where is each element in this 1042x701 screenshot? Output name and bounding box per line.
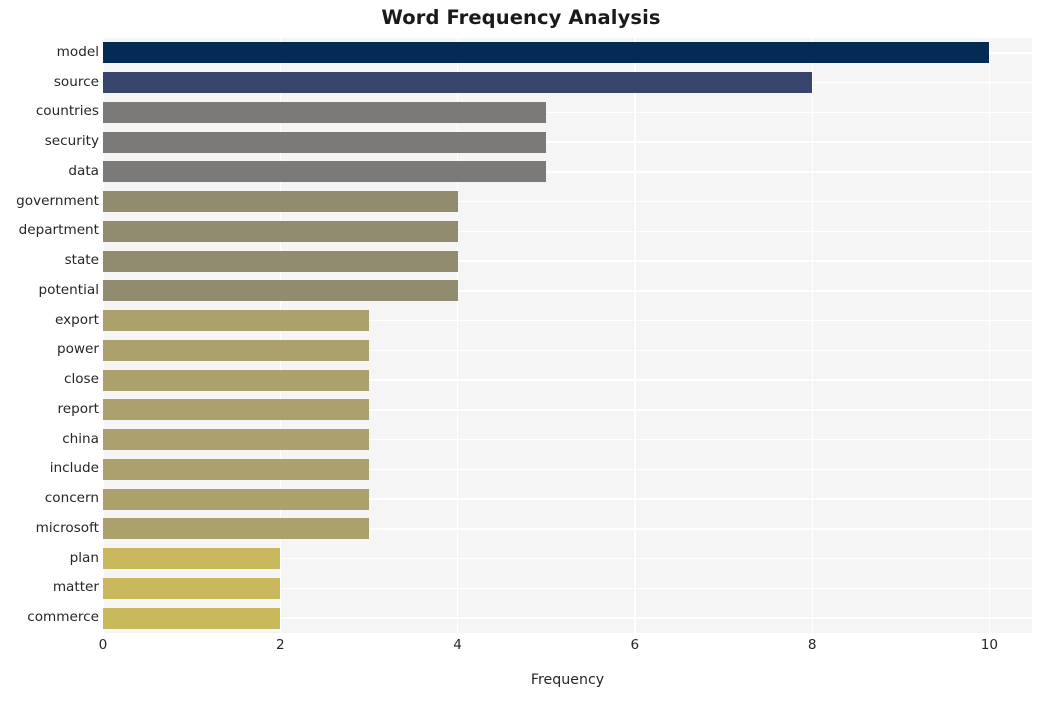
bar-include <box>103 458 369 480</box>
bar-commerce <box>103 607 281 629</box>
x-tick-label-2: 2 <box>275 637 285 653</box>
x-gridline <box>634 38 636 633</box>
y-tick-label-commerce: commerce <box>27 609 99 626</box>
bar-report <box>103 399 369 421</box>
y-tick-label-concern: concern <box>44 490 99 507</box>
y-tick-label-state: state <box>64 252 99 269</box>
y-tick-label-government: government <box>16 192 99 209</box>
bar-concern <box>103 488 369 510</box>
y-tick-label-include: include <box>49 460 99 477</box>
x-axis-tick-labels: 0 2 4 6 8 10 <box>0 637 1042 661</box>
y-tick-label-power: power <box>56 341 99 358</box>
x-axis-label: Frequency <box>530 672 605 688</box>
y-tick-label-report: report <box>57 400 99 417</box>
bar-government <box>103 191 458 213</box>
bar-state <box>103 250 458 272</box>
bar-source <box>103 72 813 94</box>
y-tick-label-close: close <box>63 371 99 388</box>
x-tick-label-8: 8 <box>807 637 817 653</box>
y-tick-label-plan: plan <box>69 549 99 566</box>
x-tick-label-6: 6 <box>630 637 640 653</box>
x-gridline <box>279 38 281 633</box>
bar-matter <box>103 577 281 599</box>
y-tick-label-model: model <box>56 43 99 60</box>
y-tick-label-security: security <box>44 133 99 150</box>
y-tick-label-potential: potential <box>38 281 99 298</box>
bar-potential <box>103 280 458 302</box>
x-tick-label-4: 4 <box>453 637 462 653</box>
x-tick-label-0: 0 <box>98 637 108 653</box>
bar-microsoft <box>103 518 369 540</box>
y-tick-label-countries: countries <box>35 103 99 120</box>
y-axis-tick-labels: model source countries security data governme… <box>0 38 99 633</box>
x-gridline <box>456 38 459 633</box>
bar-data <box>103 161 547 183</box>
bar-power <box>103 339 369 361</box>
bar-security <box>103 131 547 153</box>
bar-export <box>103 310 369 332</box>
x-gridline <box>988 38 991 633</box>
x-gridline <box>103 38 104 633</box>
bar-close <box>103 369 369 391</box>
y-tick-label-microsoft: microsoft <box>35 519 99 536</box>
y-tick-label-source: source <box>53 73 99 90</box>
bar-china <box>103 429 369 451</box>
y-tick-label-matter: matter <box>52 579 99 596</box>
plot-area <box>103 38 1032 633</box>
bar-countries <box>103 101 547 123</box>
x-gridline <box>811 38 813 633</box>
bar-plan <box>103 548 281 570</box>
x-tick-label-10: 10 <box>980 637 999 653</box>
y-tick-label-department: department <box>18 222 99 239</box>
y-tick-label-china: china <box>62 430 99 447</box>
bar-model <box>103 42 990 64</box>
word-frequency-chart-figure: Word Frequency Analysis model source count… <box>0 0 1042 701</box>
y-tick-label-data: data <box>68 162 99 179</box>
chart-title: Word Frequency Analysis <box>381 6 661 29</box>
y-tick-label-export: export <box>54 311 99 328</box>
bar-department <box>103 220 458 242</box>
